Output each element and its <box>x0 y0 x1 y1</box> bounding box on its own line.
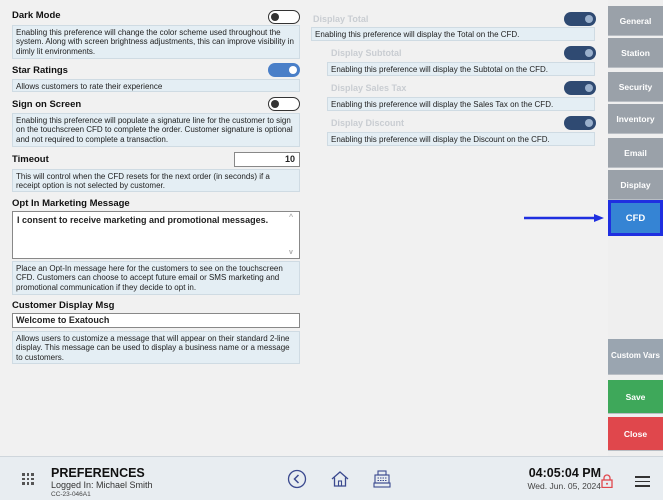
sidebar-item-display[interactable]: Display <box>608 170 663 200</box>
menu-icon[interactable] <box>635 476 650 487</box>
highlight-arrow-icon <box>524 214 604 222</box>
sidebar-item-security[interactable]: Security <box>608 72 663 102</box>
dark-mode-title: Dark Mode <box>12 10 61 21</box>
toggle-knob <box>585 84 593 92</box>
display-subtotal-toggle[interactable] <box>564 46 596 60</box>
sidebar-item-cfd[interactable]: CFD <box>608 200 663 236</box>
close-button[interactable]: Close <box>608 417 663 451</box>
sidebar-item-general[interactable]: General <box>608 6 663 36</box>
display-sales-tax-title: Display Sales Tax <box>331 83 407 93</box>
opt-in-textarea[interactable]: I consent to receive marketing and promo… <box>12 211 300 259</box>
toggle-knob <box>271 99 279 108</box>
sidebar-item-inventory[interactable]: Inventory <box>608 104 663 134</box>
save-button[interactable]: Save <box>608 380 663 414</box>
opt-in-desc: Place an Opt-In message here for the cus… <box>12 261 300 295</box>
sign-on-screen-toggle[interactable] <box>268 97 300 111</box>
display-total-title: Display Total <box>313 14 369 24</box>
home-icon[interactable] <box>330 469 350 489</box>
display-sales-tax-toggle[interactable] <box>564 81 596 95</box>
station-code: CC-23-046A1 <box>51 491 91 498</box>
star-ratings-toggle[interactable] <box>268 63 300 77</box>
star-ratings-title: Star Ratings <box>12 65 68 76</box>
lock-icon[interactable] <box>601 474 613 488</box>
sign-on-screen-title: Sign on Screen <box>12 99 82 110</box>
display-total-toggle[interactable] <box>564 12 596 26</box>
toggle-knob <box>289 66 297 74</box>
page-title: PREFERENCES <box>51 466 145 480</box>
sign-on-screen-desc: Enabling this preference will populate a… <box>12 113 300 147</box>
dark-mode-desc: Enabling this preference will change the… <box>12 25 300 59</box>
sidebar: General Station Security Inventory Email… <box>608 0 663 456</box>
scroll-down-icon[interactable]: v <box>289 249 293 256</box>
footer-bar: PREFERENCES Logged In: Michael Smith CC-… <box>0 456 663 500</box>
customer-display-desc: Allows users to customize a message that… <box>12 331 300 364</box>
back-icon[interactable] <box>287 469 307 489</box>
timeout-title: Timeout <box>12 154 49 165</box>
display-sales-tax-desc: Enabling this preference will display th… <box>327 97 595 111</box>
opt-in-title: Opt In Marketing Message <box>12 198 130 209</box>
display-discount-desc: Enabling this preference will display th… <box>327 132 595 146</box>
display-subtotal-title: Display Subtotal <box>331 48 402 58</box>
star-ratings-desc: Allows customers to rate their experienc… <box>12 79 300 92</box>
dark-mode-toggle[interactable] <box>268 10 300 24</box>
display-discount-toggle[interactable] <box>564 116 596 130</box>
opt-in-text: I consent to receive marketing and promo… <box>17 215 269 225</box>
clock-date: Wed. Jun. 05, 2024 <box>527 481 601 491</box>
scroll-up-icon[interactable]: ^ <box>289 214 293 221</box>
sidebar-item-custom-vars[interactable]: Custom Vars <box>608 339 663 375</box>
sidebar-item-station[interactable]: Station <box>608 38 663 68</box>
register-icon[interactable] <box>372 469 392 489</box>
timeout-desc: This will control when the CFD resets fo… <box>12 169 300 192</box>
display-discount-title: Display Discount <box>331 118 405 128</box>
customer-display-title: Customer Display Msg <box>12 300 115 311</box>
toggle-knob <box>585 15 593 23</box>
toggle-knob <box>585 49 593 57</box>
sidebar-item-email[interactable]: Email <box>608 138 663 168</box>
timeout-input[interactable]: 10 <box>234 152 300 167</box>
toggle-knob <box>271 12 279 21</box>
display-subtotal-desc: Enabling this preference will display th… <box>327 62 595 76</box>
toggle-knob <box>585 119 593 127</box>
textarea-scrollbar[interactable]: ^ v <box>289 214 297 256</box>
logged-in-user: Logged In: Michael Smith <box>51 480 153 490</box>
app-grid-icon[interactable] <box>22 473 34 485</box>
customer-display-input[interactable]: Welcome to Exatouch <box>12 313 300 328</box>
preferences-panel: Dark Mode Enabling this preference will … <box>0 0 608 456</box>
display-total-desc: Enabling this preference will display th… <box>311 27 595 41</box>
clock-time: 04:05:04 PM <box>528 466 601 480</box>
